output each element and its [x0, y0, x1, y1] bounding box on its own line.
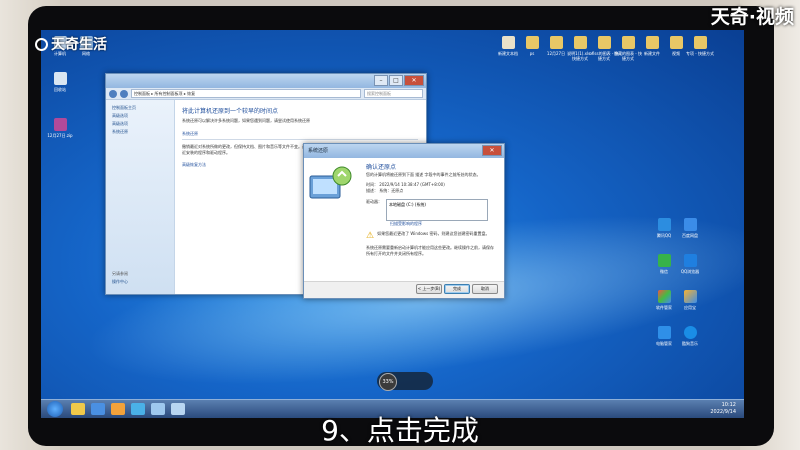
section-title: 系统还原 [182, 131, 198, 136]
memory-usage-badge: 33% [379, 373, 397, 391]
zip-archive-icon [53, 118, 67, 131]
finish-button[interactable]: 完成 [444, 284, 470, 294]
folder-icon [549, 36, 563, 49]
kugou-music-icon [683, 326, 697, 339]
drives-value: 本地磁盘 (C:) (系统) [389, 202, 426, 207]
text-file-icon [501, 36, 515, 49]
desktop-icon-label: 酷狗音乐 [682, 341, 698, 346]
warning-icon: ⚠ [366, 231, 375, 241]
desktop-icon-label: 专项 - 快捷方式 [686, 51, 714, 56]
dialog-titlebar[interactable]: 系统还原 ✕ [304, 144, 504, 158]
desktop-icon-kugou[interactable]: 酷狗音乐 [675, 326, 705, 346]
step-caption: 9、点击完成 [321, 414, 479, 447]
forward-arrow-icon[interactable] [120, 89, 128, 98]
shortcut-icon [573, 36, 587, 49]
time-value: 2022/9/14 10:38:47 (GMT+8:00) [379, 182, 445, 187]
desktop-icon-recycle-bin[interactable]: 回收站 [45, 72, 75, 92]
desktop-icon-label: 新建文件 [644, 51, 660, 56]
sidebar-link-advanced-2[interactable]: 高级选项 [106, 120, 174, 128]
desktop-icon-baidu[interactable]: 百度网盘 [675, 218, 705, 238]
intro-text: 系统还原可以解决许多系统问题，如果您遇到问题，请尝试使用系统还原 [182, 118, 310, 123]
desktop-icon-label: 腾讯QQ [656, 233, 672, 238]
desktop-icon-label: 百度网盘 [682, 233, 698, 238]
desktop-icon-top-9[interactable]: 专项 - 快捷方式 [685, 36, 715, 56]
dialog-close-button[interactable]: ✕ [482, 145, 502, 156]
warning-text: 如果您最近更改了 Windows 密码，则建议您创建密码重置盘。 [377, 231, 490, 236]
drives-label: 驱动器： [366, 199, 382, 204]
desktop-icon-label: 12月27日 [546, 51, 566, 56]
brand-watermark-right: 天奇·视频 [710, 6, 794, 28]
control-panel-titlebar[interactable]: – □ ✕ [106, 74, 426, 88]
drives-list[interactable]: 本地磁盘 (C:) (系统) [386, 199, 488, 221]
desktop-icon-appstore[interactable]: 应用宝 [675, 290, 705, 310]
pc-manager-icon [657, 326, 671, 339]
minimize-button[interactable]: – [374, 75, 388, 86]
desktop-icon-label: 电脑管家 [656, 341, 672, 346]
shortcut-icon [693, 36, 707, 49]
address-bar: 控制面板 ▸ 所有控制面板项 ▸ 恢复 搜索控制面板 [106, 88, 426, 100]
desktop-icon-zip[interactable]: 12月27日.zip [45, 118, 75, 138]
desktop-icon-qqbrowser[interactable]: QQ浏览器 [675, 254, 705, 274]
logo-icon [35, 37, 48, 51]
desktop-icon-label: ps [529, 51, 535, 56]
time-label: 时间： [366, 182, 378, 187]
cancel-button[interactable]: 取消 [472, 284, 498, 294]
system-restore-dialog[interactable]: 系统还原 ✕ 确认还原点 您的计算机将被还原到下面 描述 字段中的事件之前所处的… [303, 143, 505, 299]
breadcrumb[interactable]: 控制面板 ▸ 所有控制面板项 ▸ 恢复 [131, 89, 361, 98]
sidebar-link-advanced[interactable]: 高级选项 [106, 112, 174, 120]
sidebar-see-also: 另请参阅 [112, 271, 128, 276]
desktop-icon-label: 微信 [660, 269, 668, 274]
desktop-icon-label: 新建文本档 [498, 51, 518, 56]
dialog-subtitle: 您的计算机将被还原到下面 描述 字段中的事件之前所处的状态。 [366, 172, 481, 177]
system-restore-icon [308, 162, 360, 206]
desktop-icon-label: 视频 [672, 51, 680, 56]
dialog-title: 系统还原 [308, 148, 329, 154]
desktop-icon-label: 软件管家 [656, 305, 672, 310]
desktop-icon-label: QQ浏览器 [680, 269, 700, 274]
performance-widget[interactable]: 33% [377, 372, 433, 391]
qq-icon [657, 218, 671, 231]
scan-affected-programs-link[interactable]: 扫描受影响的程序 [390, 221, 500, 227]
baidu-netdisk-icon [683, 218, 697, 231]
shortcut-icon [597, 36, 611, 49]
software-manager-icon [657, 290, 671, 303]
maximize-button[interactable]: □ [389, 75, 403, 86]
wechat-icon [657, 254, 671, 267]
folder-icon [525, 36, 539, 49]
close-button[interactable]: ✕ [404, 75, 424, 86]
sidebar-link-restore[interactable]: 系统还原 [106, 128, 174, 136]
tray-time: 10:12 [721, 402, 736, 408]
qq-browser-icon [683, 254, 697, 267]
dialog-heading: 确认还原点 [366, 164, 397, 171]
video-icon [669, 36, 683, 49]
confirm-text: 系统还原需要重新启动计算机才能应用这些更改。继续操作之前，请保存所有打开的文件并… [366, 245, 494, 256]
desktop-screen: 计算机 网络 回收站 12月27日.zip 新建文本档 ps 12月27日 说明… [41, 30, 744, 418]
desktop-icon-label: 12月27日.zip [47, 133, 73, 138]
file-icon [645, 36, 659, 49]
brand-watermark-left: 天奇生活 [35, 34, 107, 54]
sidebar-link-home[interactable]: 控制面板主页 [106, 104, 174, 112]
page-title: 将此计算机还原到一个较早的时间点 [182, 108, 279, 115]
app-store-icon [683, 290, 697, 303]
search-input[interactable]: 搜索控制面板 [364, 89, 423, 98]
desktop-icon-label: 应用宝 [684, 305, 696, 310]
sidebar-link-action-center[interactable]: 操作中心 [106, 278, 174, 286]
brand-text-left: 天奇生活 [51, 37, 107, 53]
back-button[interactable]: < 上一步(B) [416, 284, 442, 294]
desktop-icon-label: 回收站 [54, 87, 66, 92]
back-arrow-icon[interactable] [109, 89, 117, 98]
shortcut-icon [621, 36, 635, 49]
description-value: 系统：还原点 [379, 188, 404, 193]
recycle-bin-icon [53, 72, 67, 85]
control-panel-sidebar: 控制面板主页 高级选项 高级选项 系统还原 另请参阅 操作中心 [106, 100, 175, 294]
description-label: 描述： [366, 188, 378, 193]
